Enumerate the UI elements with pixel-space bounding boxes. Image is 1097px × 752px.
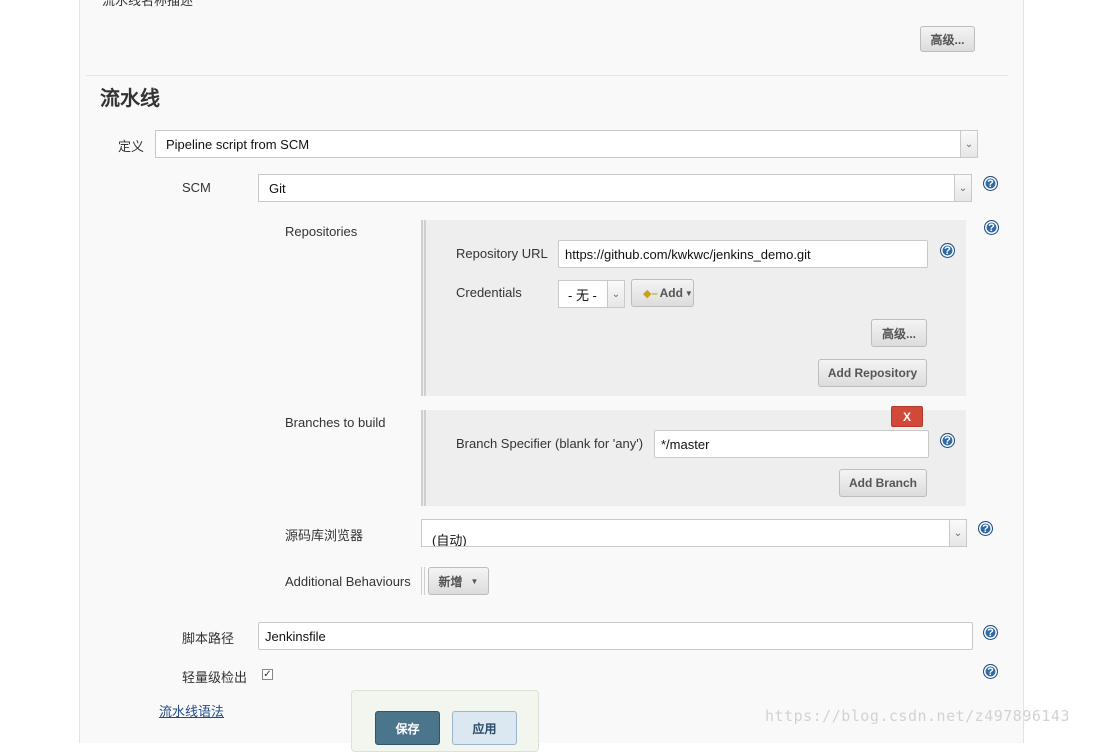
script-path-help-icon[interactable]: ? bbox=[983, 625, 998, 640]
delete-branch-button[interactable]: X bbox=[891, 406, 923, 427]
scm-select-value: Git bbox=[269, 180, 286, 196]
branch-specifier-input[interactable]: */master bbox=[654, 430, 929, 458]
add-repository-button[interactable]: Add Repository bbox=[818, 359, 927, 387]
truncated-heading: 流水线名称描述 bbox=[102, 0, 194, 8]
branches-subpanel: X Branch Specifier (blank for 'any') */m… bbox=[421, 406, 966, 506]
repositories-help-icon[interactable]: ? bbox=[984, 220, 999, 235]
credentials-select-value: - 无 - bbox=[568, 287, 597, 303]
script-path-label: 脚本路径 bbox=[182, 631, 235, 646]
repo-browser-label: 源码库浏览器 bbox=[285, 528, 364, 543]
definition-select-value: Pipeline script from SCM bbox=[166, 136, 310, 152]
add-branch-button[interactable]: Add Branch bbox=[839, 469, 927, 497]
bottom-action-bar: 保存 应用 bbox=[351, 690, 539, 752]
caret-down-icon: ▼ bbox=[470, 576, 479, 586]
lightweight-checkbox[interactable]: ✓ bbox=[262, 669, 273, 680]
key-icon: ◆– bbox=[643, 287, 658, 300]
repo-browser-select[interactable]: (自动) ⌄ bbox=[421, 519, 967, 547]
lightweight-label: 轻量级检出 bbox=[182, 670, 248, 685]
branch-specifier-label: Branch Specifier (blank for 'any') bbox=[456, 436, 644, 451]
scm-label: SCM bbox=[182, 180, 211, 195]
chevron-down-icon: ⌄ bbox=[960, 131, 977, 157]
save-button[interactable]: 保存 bbox=[375, 711, 440, 745]
credentials-select[interactable]: - 无 - ⌄ bbox=[558, 280, 625, 308]
advanced-button-top[interactable]: 高级... bbox=[920, 26, 975, 52]
watermark-text: https://blog.csdn.net/z497896143 bbox=[765, 707, 1070, 725]
add-behaviour-button[interactable]: 新增 ▼ bbox=[428, 567, 489, 595]
definition-select[interactable]: Pipeline script from SCM ⌄ bbox=[155, 130, 978, 158]
branch-specifier-help-icon[interactable]: ? bbox=[940, 433, 955, 448]
branches-label: Branches to build bbox=[285, 415, 386, 430]
repository-url-input[interactable]: https://github.com/kwkwc/jenkins_demo.gi… bbox=[558, 240, 928, 268]
repository-url-help-icon[interactable]: ? bbox=[940, 243, 955, 258]
add-credentials-label: Add bbox=[659, 286, 683, 300]
repository-url-label: Repository URL bbox=[456, 246, 548, 261]
repo-browser-help-icon[interactable]: ? bbox=[978, 521, 993, 536]
scm-select[interactable]: Git ⌄ bbox=[258, 174, 972, 202]
apply-button[interactable]: 应用 bbox=[452, 711, 517, 745]
script-path-input[interactable]: Jenkinsfile bbox=[258, 622, 973, 650]
credentials-label: Credentials bbox=[456, 285, 522, 300]
chevron-down-icon: ▼ bbox=[684, 288, 693, 298]
add-behaviour-label: 新增 bbox=[438, 574, 463, 589]
section-title: 流水线 bbox=[100, 88, 160, 110]
chevron-down-icon: ⌄ bbox=[607, 281, 624, 307]
repositories-subpanel: Repository URL https://github.com/kwkwc/… bbox=[421, 220, 966, 396]
repo-browser-select-value: (自动) bbox=[432, 532, 467, 547]
definition-label: 定义 bbox=[118, 139, 145, 154]
add-credentials-button[interactable]: ◆– Add ▼ bbox=[631, 279, 694, 307]
scm-help-icon[interactable]: ? bbox=[983, 176, 998, 191]
chevron-down-icon: ⌄ bbox=[949, 520, 966, 546]
chevron-down-icon: ⌄ bbox=[954, 175, 971, 201]
additional-behaviours-label: Additional Behaviours bbox=[285, 574, 411, 589]
repository-advanced-button[interactable]: 高级... bbox=[871, 319, 927, 347]
repositories-label: Repositories bbox=[285, 224, 358, 239]
lightweight-help-icon[interactable]: ? bbox=[983, 664, 998, 679]
section-divider bbox=[86, 75, 1008, 76]
pipeline-syntax-link[interactable]: 流水线语法 bbox=[159, 701, 224, 720]
pipeline-config-panel: 流水线名称描述 高级... 流水线 定义 Pipeline script fro… bbox=[79, 0, 1024, 743]
